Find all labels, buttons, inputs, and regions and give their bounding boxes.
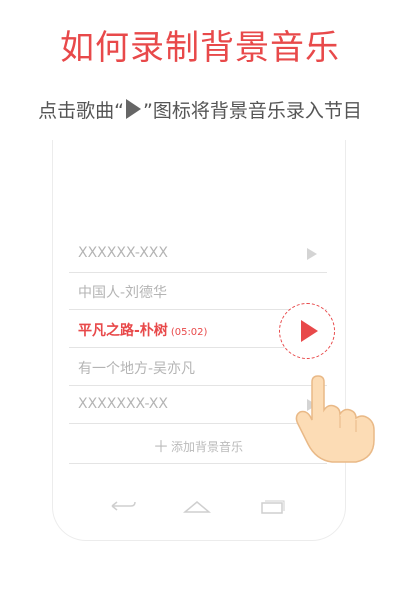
song-name: 平凡之路-朴树	[78, 323, 168, 339]
instruction-suffix: ”图标将背景音乐录入节目	[142, 100, 362, 122]
add-background-music-button[interactable]: ＋添加背景音乐	[69, 430, 327, 464]
recent-apps-icon[interactable]	[258, 500, 286, 516]
pointing-hand-icon	[295, 375, 375, 463]
song-title: 有一个地方-吴亦凡	[78, 361, 196, 377]
song-title: XXXXXX-XXX	[78, 245, 168, 261]
back-icon[interactable]	[109, 498, 137, 514]
instruction-text: 点击歌曲“ ”图标将背景音乐录入节目	[0, 96, 400, 123]
page-title: 如何录制背景音乐	[60, 28, 340, 68]
song-title: 平凡之路-朴树 (05:02)	[78, 320, 207, 340]
plus-icon: ＋	[152, 437, 169, 456]
song-title: 中国人-刘德华	[78, 285, 168, 301]
android-nav-bar	[53, 498, 345, 518]
home-icon[interactable]	[183, 499, 211, 515]
song-row[interactable]: 有一个地方-吴亦凡	[69, 349, 327, 386]
song-duration: (05:02)	[170, 327, 208, 338]
song-title: XXXXXXX-XX	[78, 396, 168, 412]
song-row[interactable]: XXXXXXX-XX	[69, 387, 327, 424]
song-row[interactable]: XXXXXX-XXX	[69, 236, 327, 273]
song-row[interactable]: 中国人-刘德华	[69, 273, 327, 310]
instruction-prefix: 点击歌曲“	[38, 100, 124, 122]
play-icon[interactable]	[307, 248, 317, 260]
add-button-label: 添加背景音乐	[171, 440, 244, 454]
play-icon	[125, 99, 141, 119]
